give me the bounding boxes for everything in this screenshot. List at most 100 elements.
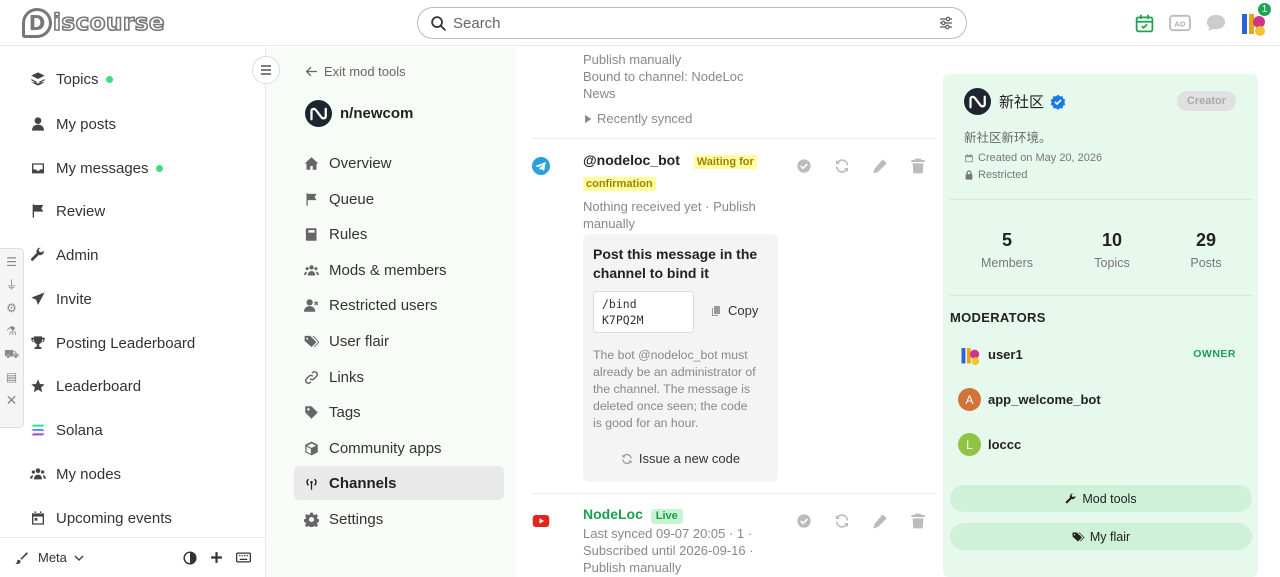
sidebar-item-my-nodes[interactable]: My nodes <box>30 463 121 485</box>
community-name: 新社区 <box>999 94 1045 111</box>
trash-icon[interactable] <box>910 513 926 529</box>
mod-nav-settings[interactable]: Settings <box>294 502 504 536</box>
mod-nav-community-apps[interactable]: Community apps <box>294 431 504 465</box>
avatar[interactable]: 1 <box>1240 2 1272 36</box>
mod-nav-label: Community apps <box>329 439 442 457</box>
mod-nav-links[interactable]: Links <box>294 360 504 394</box>
gears-icon[interactable]: ⚙ <box>6 297 17 320</box>
cube-icon <box>305 441 318 455</box>
moderator-row[interactable]: user1 <box>958 343 1023 366</box>
copy-button[interactable]: Copy <box>710 303 758 318</box>
flag-icon <box>306 192 317 206</box>
sidebar-item-my-messages[interactable]: My messages <box>30 157 163 179</box>
community-info-panel: 新社区 Creator 新社区新环境。 Created on May 20, 2… <box>943 74 1258 577</box>
sidebar-item-label: Posting Leaderboard <box>56 334 196 352</box>
moderator-name: app_welcome_bot <box>988 392 1101 407</box>
sidebar-item-leaderboard[interactable]: Leaderboard <box>30 375 141 397</box>
mod-nav-label: User flair <box>329 332 390 350</box>
mod-nav-label: Tags <box>329 403 361 421</box>
sidebar-item-posting-leaderboard[interactable]: Posting Leaderboard <box>30 332 195 354</box>
channel-status-line: Last synced 09-07 20:05 · 1 · <box>583 526 753 541</box>
sync-icon[interactable] <box>834 158 850 174</box>
sidebar-item-admin[interactable]: Admin <box>30 244 99 266</box>
theme-toggle-icon[interactable] <box>183 550 197 565</box>
chat-icon[interactable] <box>1204 11 1228 35</box>
stat-label: Topics <box>1094 256 1130 270</box>
plus-icon[interactable] <box>210 551 223 564</box>
mod-nav-queue[interactable]: Queue <box>294 182 504 216</box>
sidebar-toggle-button[interactable] <box>252 56 280 84</box>
issue-new-code-button[interactable]: Issue a new code <box>593 451 768 466</box>
created-date: Created on May 20, 2026 <box>964 152 1102 164</box>
moderator-name: user1 <box>988 347 1023 362</box>
calendar-icon <box>32 511 44 525</box>
trash-icon[interactable] <box>910 158 926 174</box>
book-icon <box>305 227 317 241</box>
sidebar-item-label: Admin <box>56 246 99 264</box>
sidebar-item-solana[interactable]: Solana <box>30 419 103 441</box>
community-logo <box>964 88 991 115</box>
site-logo[interactable]: D iscourse <box>22 7 165 39</box>
mod-nav-channels[interactable]: Channels <box>294 466 504 500</box>
exit-mod-tools-link[interactable]: Exit mod tools <box>305 64 406 79</box>
logo-text: iscourse <box>52 9 166 37</box>
community-logo <box>305 100 332 127</box>
avatar: L <box>958 433 981 456</box>
sidebar-item-upcoming-events[interactable]: Upcoming events <box>30 507 172 529</box>
drag-handle-icon[interactable]: ☰ <box>6 251 17 274</box>
terminal-icon[interactable]: ▤ <box>6 366 17 389</box>
channel-status-line-cont: manually <box>583 216 636 231</box>
search-bar[interactable] <box>417 7 967 39</box>
channel-row-youtube: NodeLoc Live Last synced 09-07 20:05 · 1… <box>532 493 936 577</box>
mod-nav-mods-members[interactable]: Mods & members <box>294 253 504 287</box>
mod-tools-button[interactable]: Mod tools <box>950 485 1252 512</box>
truck-icon[interactable]: ⛟ <box>4 343 19 366</box>
pencil-icon[interactable] <box>872 158 888 174</box>
my-flair-button[interactable]: My flair <box>950 523 1252 550</box>
channel-bound-line: Bound to channel: NodeLoc <box>583 69 744 84</box>
floating-toolbar: ☰ ⏚ ⚙ ⚗ ⛟ ▤ ✕ <box>0 248 24 428</box>
mod-nav-label: Queue <box>329 190 375 208</box>
channel-name[interactable]: NodeLoc <box>583 506 643 522</box>
stat-topics: 10 Topics <box>1072 230 1152 270</box>
moderator-row[interactable]: L loccc <box>958 433 1021 456</box>
recently-synced-toggle[interactable]: Recently synced <box>583 110 743 127</box>
mod-nav-user-flair[interactable]: User flair <box>294 324 504 358</box>
bind-code-box[interactable]: /bind K7PQ2M <box>593 291 694 333</box>
search-input[interactable] <box>453 14 938 32</box>
status-badge: Waiting for <box>693 155 757 169</box>
calendar-icon[interactable] <box>1132 11 1156 35</box>
link-icon <box>304 370 319 384</box>
moderator-row[interactable]: A app_welcome_bot <box>958 388 1101 411</box>
note-line: The bot @nodeloc_bot must <box>593 348 748 362</box>
sidebar-item-label: Topics <box>56 70 99 88</box>
sidebar-item-review[interactable]: Review <box>30 200 105 222</box>
home-icon <box>304 156 319 170</box>
unread-dot <box>155 164 163 172</box>
meta-selector[interactable]: Meta <box>14 550 85 565</box>
pencil-icon[interactable] <box>872 513 888 529</box>
close-icon[interactable]: ✕ <box>6 389 18 412</box>
mod-nav-overview[interactable]: Overview <box>294 146 504 180</box>
status-badge-cont: confirmation <box>583 177 656 191</box>
sidebar-item-my-posts[interactable]: My posts <box>30 113 116 135</box>
mod-nav-tags[interactable]: Tags <box>294 395 504 429</box>
sidebar-item-invite[interactable]: Invite <box>30 288 92 310</box>
search-icon <box>431 15 446 31</box>
layers-icon <box>31 72 45 86</box>
search-filter-icon[interactable] <box>938 15 954 31</box>
sidebar-item-topics[interactable]: Topics <box>30 68 113 90</box>
ad-icon[interactable]: AD <box>1168 11 1192 35</box>
bind-code: K7PQ2M <box>602 313 644 327</box>
sync-icon[interactable] <box>834 513 850 529</box>
plug-icon[interactable]: ⏚ <box>5 274 17 297</box>
mod-nav-restricted-users[interactable]: Restricted users <box>294 288 504 322</box>
check-circle-icon[interactable] <box>796 513 812 529</box>
keyboard-icon[interactable] <box>236 551 251 564</box>
check-circle-icon[interactable] <box>796 158 812 174</box>
channel-status-line: Publish manually <box>583 52 682 67</box>
broadcast-icon <box>306 478 317 490</box>
flask-icon[interactable]: ⚗ <box>6 320 17 343</box>
sidebar-item-label: My posts <box>56 115 117 133</box>
mod-nav-rules[interactable]: Rules <box>294 217 504 251</box>
